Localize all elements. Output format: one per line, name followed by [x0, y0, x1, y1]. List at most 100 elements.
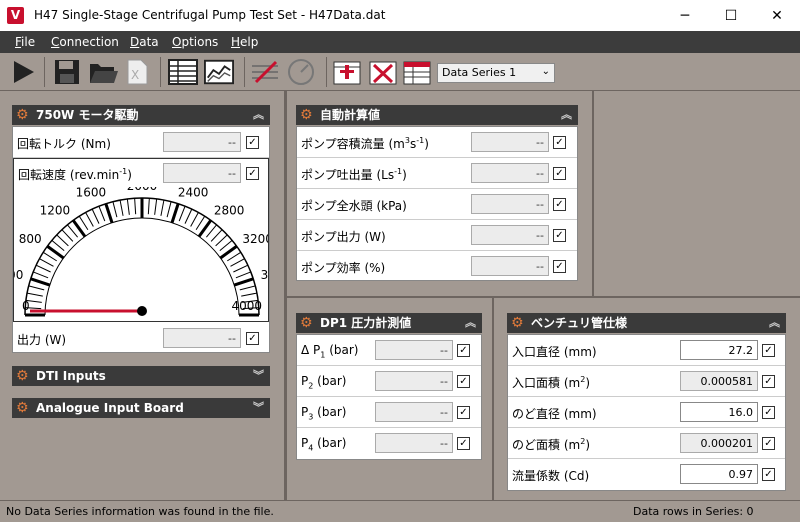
gear-icon[interactable]: ⚙ [16, 105, 29, 125]
title-bar: V H47 Single-Stage Centrifugal Pump Test… [0, 0, 800, 31]
gauge-tick-label: 0 [22, 299, 30, 313]
auto-calc-checkbox[interactable]: ✓ [553, 260, 566, 273]
divider [592, 91, 594, 297]
expand-icon[interactable]: ︾ [253, 366, 264, 386]
gauge-minor-tick [190, 212, 199, 227]
auto-calc-checkbox[interactable]: ✓ [553, 198, 566, 211]
gear-icon[interactable]: ⚙ [511, 313, 524, 333]
collapse-icon[interactable]: ︽ [561, 105, 572, 125]
maximize-button[interactable]: ☐ [708, 0, 754, 31]
pressure-checkbox[interactable]: ✓ [457, 437, 470, 450]
venturi-checkbox[interactable]: ✓ [762, 375, 775, 388]
power-checkbox[interactable]: ✓ [246, 332, 259, 345]
gauge-minor-tick [28, 285, 45, 291]
pressure-checkbox[interactable]: ✓ [457, 406, 470, 419]
gauge-minor-tick [241, 292, 258, 297]
auto-calc-checkbox[interactable]: ✓ [553, 229, 566, 242]
auto-calc-label: ポンプ出力 (W) [301, 230, 386, 244]
auto-calc-row: ポンプ容積流量 (m3s-1) -- ✓ [297, 127, 577, 158]
dp1-panel-body: Δ P1 (bar) -- ✓ P2 (bar) -- ✓ P3 (bar) -- ✓ P4 (b… [296, 334, 482, 460]
gear-icon[interactable]: ⚙ [16, 398, 29, 418]
dti-panel[interactable]: ⚙ DTI Inputs ︾ [12, 366, 270, 386]
gauge-minor-tick [184, 208, 193, 224]
add-row-icon[interactable] [332, 57, 362, 87]
dti-panel-header[interactable]: ⚙ DTI Inputs ︾ [12, 366, 270, 386]
venturi-panel-body: 入口直径 (mm) 27.2 ✓ 入口面積 (m2) 0.000581 ✓ のど直径 (mm… [507, 334, 786, 491]
edit-table-icon[interactable] [250, 57, 280, 87]
gauge-minor-tick [178, 206, 186, 222]
speed-checkbox[interactable]: ✓ [246, 167, 259, 180]
gauge-tick-label: 2000 [127, 187, 158, 193]
play-icon[interactable] [8, 57, 38, 87]
gauge-minor-tick [33, 271, 49, 279]
motor-panel-header[interactable]: ⚙ 750W モータ駆動 ︽ [12, 105, 270, 125]
gauge-minor-tick [227, 251, 242, 262]
export-excel-icon[interactable]: X [122, 57, 152, 87]
venturi-row: 入口直径 (mm) 27.2 ✓ [508, 335, 785, 366]
gauge-icon[interactable] [286, 57, 316, 87]
venturi-panel-header[interactable]: ⚙ ベンチュリ管仕様 ︽ [507, 313, 786, 333]
venturi-input[interactable]: 16.0 [680, 402, 758, 422]
gauge-minor-tick [239, 285, 256, 291]
gauge-minor-tick [35, 264, 51, 273]
collapse-icon[interactable]: ︽ [465, 313, 476, 333]
menu-bar: File Connection Data Options Help [0, 31, 800, 53]
analogue-panel[interactable]: ⚙ Analogue Input Board ︾ [12, 398, 270, 418]
menu-connection[interactable]: Connection [51, 35, 119, 49]
minimize-button[interactable]: ─ [662, 0, 708, 31]
gear-icon[interactable]: ⚙ [16, 366, 29, 386]
pressure-row: Δ P1 (bar) -- ✓ [297, 335, 481, 366]
gauge-major-tick [104, 203, 114, 224]
data-series-select[interactable]: Data Series 1 ⌄ [437, 63, 555, 83]
menu-file[interactable]: File [15, 35, 35, 49]
motor-panel-title: 750W モータ駆動 [36, 108, 139, 122]
venturi-checkbox[interactable]: ✓ [762, 406, 775, 419]
pressure-value: -- [375, 340, 453, 360]
save-icon[interactable] [52, 57, 82, 87]
pressure-row: P3 (bar) -- ✓ [297, 397, 481, 428]
gauge-minor-tick [126, 198, 130, 215]
pressure-row: P4 (bar) -- ✓ [297, 428, 481, 459]
table-view-icon[interactable] [168, 57, 198, 87]
open-folder-icon[interactable] [88, 57, 118, 87]
analogue-panel-header[interactable]: ⚙ Analogue Input Board ︾ [12, 398, 270, 418]
auto-calc-row: ポンプ吐出量 (Ls-1) -- ✓ [297, 158, 577, 189]
pressure-checkbox[interactable]: ✓ [457, 344, 470, 357]
gauge-tick-label: 800 [19, 232, 42, 246]
collapse-icon[interactable]: ︽ [769, 313, 780, 333]
venturi-checkbox[interactable]: ✓ [762, 437, 775, 450]
venturi-input[interactable]: 0.97 [680, 464, 758, 484]
collapse-icon[interactable]: ︽ [253, 105, 264, 125]
expand-icon[interactable]: ︾ [253, 398, 264, 418]
close-button[interactable]: ✕ [754, 0, 800, 31]
venturi-checkbox[interactable]: ✓ [762, 468, 775, 481]
gauge-minor-tick [26, 292, 43, 297]
pressure-checkbox[interactable]: ✓ [457, 375, 470, 388]
gauge-hub [137, 306, 147, 316]
menu-options[interactable]: Options [172, 35, 218, 49]
toolbar: X [0, 53, 800, 91]
menu-help[interactable]: Help [231, 35, 258, 49]
gear-icon[interactable]: ⚙ [300, 313, 313, 333]
auto-calc-checkbox[interactable]: ✓ [553, 167, 566, 180]
series-table-icon[interactable] [402, 57, 432, 87]
gauge-minor-tick [195, 215, 206, 230]
venturi-checkbox[interactable]: ✓ [762, 344, 775, 357]
menu-data[interactable]: Data [130, 35, 159, 49]
torque-checkbox[interactable]: ✓ [246, 136, 259, 149]
gauge-major-tick [233, 277, 254, 287]
dp1-panel-header[interactable]: ⚙ DP1 圧力計測値 ︽ [296, 313, 482, 333]
graph-view-icon[interactable] [204, 57, 234, 87]
gear-icon[interactable]: ⚙ [300, 105, 313, 125]
auto-calc-checkbox[interactable]: ✓ [553, 136, 566, 149]
auto-calc-panel-header[interactable]: ⚙ 自動計算値 ︽ [296, 105, 578, 125]
gauge-tick-label: 1600 [76, 187, 107, 199]
status-message: No Data Series information was found in … [6, 505, 274, 518]
gauge-tick-label: 1200 [40, 204, 71, 218]
venturi-input[interactable]: 27.2 [680, 340, 758, 360]
delete-row-icon[interactable] [368, 57, 398, 87]
auto-calc-value: -- [471, 225, 549, 245]
auto-calc-row: ポンプ出力 (W) -- ✓ [297, 220, 577, 251]
gauge-minor-tick [85, 212, 94, 227]
dp1-panel-title: DP1 圧力計測値 [320, 316, 412, 330]
